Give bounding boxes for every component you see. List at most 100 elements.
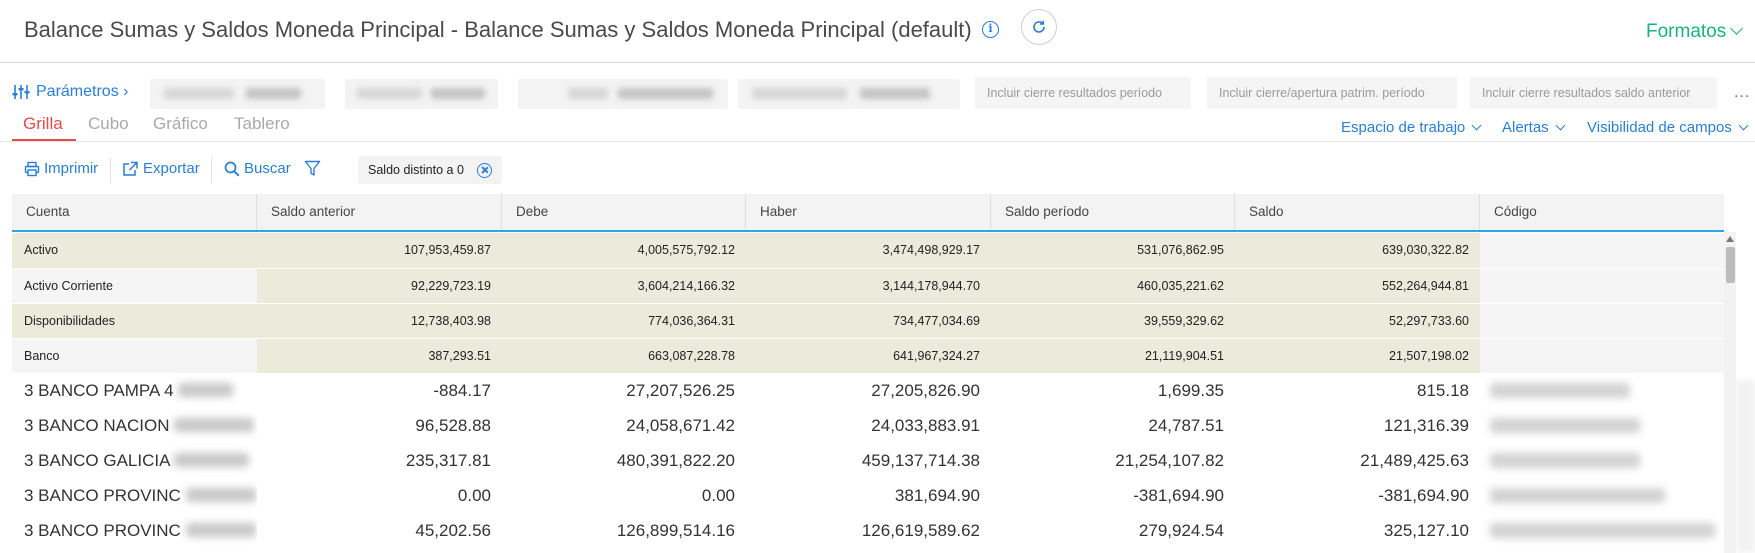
field-visibility-dropdown[interactable]: Visibilidad de campos <box>1587 119 1749 136</box>
column-header-codigo[interactable]: Código <box>1480 194 1724 230</box>
param-include-closing-results-prev[interactable]: Incluir cierre resultados saldo anterior <box>1470 77 1717 109</box>
filter-button[interactable] <box>304 160 325 177</box>
export-button[interactable]: Exportar <box>122 160 200 177</box>
chevron-down-icon <box>1730 22 1744 35</box>
column-header-saldo-periodo[interactable]: Saldo período <box>991 194 1235 230</box>
cell-debe: 126,899,514.16 <box>616 521 735 540</box>
cell-cuenta: Activo <box>12 233 257 268</box>
search-button[interactable]: Buscar <box>224 160 291 177</box>
cell-saldo-periodo: 1,699.35 <box>1157 381 1224 400</box>
param-include-closing-opening-patrim[interactable]: Incluir cierre/apertura patrim. período <box>1207 77 1457 109</box>
parameter-chip-redacted[interactable] <box>345 79 498 109</box>
formatos-label: Formatos <box>1646 21 1727 42</box>
cell-cuenta: 3 BANCO NACION <box>12 408 257 443</box>
cell-saldo-periodo: 24,787.51 <box>1148 416 1224 435</box>
cell-saldo: 325,127.10 <box>1383 521 1469 540</box>
column-header-haber[interactable]: Haber <box>746 194 991 230</box>
column-header-saldo-anterior[interactable]: Saldo anterior <box>257 194 502 230</box>
column-header-cuenta[interactable]: Cuenta <box>12 194 257 230</box>
cuenta-text: 3 BANCO PAMPA 4 <box>24 381 174 400</box>
cell-saldo-periodo: 39,559,329.62 <box>1144 314 1224 328</box>
cuenta-text: 3 BANCO PROVINC <box>24 486 181 505</box>
cell-saldo: 21,507,198.02 <box>1235 339 1480 374</box>
parameters-label: Parámetros › <box>36 83 129 100</box>
table-row-total[interactable]: Activo Corriente 92,229,723.19 3,604,214… <box>12 268 1724 304</box>
parameters-link[interactable]: Parámetros › <box>12 83 128 101</box>
redacted-text <box>178 382 234 397</box>
tab-grilla[interactable]: Grilla <box>23 114 63 134</box>
workspace-dropdown[interactable]: Espacio de trabajo <box>1341 119 1482 136</box>
cell-saldo-anterior: 45,202.56 <box>415 521 491 540</box>
cell-saldo-anterior: 92,229,723.19 <box>257 269 502 304</box>
table-row[interactable]: 3 BANCO NACION 96,528.88 24,058,671.42 2… <box>12 408 1724 443</box>
export-label: Exportar <box>143 160 200 177</box>
cell-cuenta: 3 BANCO PAMPA 4 <box>12 373 257 408</box>
tab-cubo[interactable]: Cubo <box>88 114 129 134</box>
cell-debe: 774,036,364.31 <box>648 314 735 328</box>
cell-codigo <box>1480 408 1724 443</box>
refresh-button[interactable] <box>1021 9 1057 45</box>
cell-debe: 663,087,228.78 <box>502 339 746 374</box>
alerts-dropdown[interactable]: Alertas <box>1502 119 1566 136</box>
table-row-total[interactable]: Banco 387,293.51 663,087,228.78 641,967,… <box>12 338 1724 374</box>
table-row[interactable]: 3 BANCO PROVINC 0.00 0.00 381,694.90 -38… <box>12 478 1724 513</box>
redacted-text <box>1490 418 1640 433</box>
cell-debe: 27,207,526.25 <box>626 381 735 400</box>
more-parameters-button[interactable]: ... <box>1734 84 1750 102</box>
tab-tablero[interactable]: Tablero <box>234 114 290 134</box>
table-row-total[interactable]: Disponibilidades 12,738,403.98 774,036,3… <box>12 303 1724 339</box>
table-row[interactable]: 3 BANCO PAMPA 4 -884.17 27,207,526.25 27… <box>12 373 1724 408</box>
cell-saldo-periodo: -381,694.90 <box>1133 486 1224 505</box>
cell-debe: 24,058,671.42 <box>626 416 735 435</box>
cell-debe: 4,005,575,792.12 <box>637 243 735 257</box>
info-icon[interactable]: i <box>982 21 999 38</box>
cell-haber: 24,033,883.91 <box>871 416 980 435</box>
table-row[interactable]: 3 BANCO PROVINC 45,202.56 126,899,514.16… <box>12 513 1724 548</box>
cell-haber: 641,967,324.27 <box>746 339 991 374</box>
grid-header: Cuenta Saldo anterior Debe Haber Saldo p… <box>12 194 1724 232</box>
search-label: Buscar <box>244 160 291 177</box>
filter-chip-label: Saldo distinto a 0 <box>368 163 464 177</box>
param-include-closing-results[interactable]: Incluir cierre resultados período <box>975 77 1191 109</box>
print-label: Imprimir <box>44 160 99 177</box>
column-header-debe[interactable]: Debe <box>502 194 746 230</box>
tab-grafico[interactable]: Gráfico <box>153 114 208 134</box>
cell-saldo-anterior: 235,317.81 <box>405 451 491 470</box>
cell-saldo-anterior: -884.17 <box>433 381 491 400</box>
scroll-up-arrow-icon[interactable] <box>1726 236 1734 242</box>
active-filter-chip[interactable]: Saldo distinto a 0 <box>358 156 502 184</box>
cell-saldo-anterior: 12,738,403.98 <box>411 314 491 328</box>
cell-haber: 3,474,498,929.17 <box>882 243 980 257</box>
cell-saldo: 21,489,425.63 <box>1360 451 1469 470</box>
cell-saldo-anterior: 107,953,459.87 <box>404 243 491 257</box>
redacted-text <box>174 417 255 432</box>
tabs-divider <box>0 141 1755 142</box>
parameter-chip-redacted[interactable] <box>738 79 960 109</box>
cell-saldo: 639,030,322.82 <box>1382 243 1469 257</box>
cell-saldo-anterior: 96,528.88 <box>415 416 491 435</box>
parameter-chip-redacted[interactable] <box>518 79 728 109</box>
alerts-label: Alertas <box>1502 119 1549 136</box>
close-icon[interactable] <box>477 163 492 178</box>
cell-codigo <box>1480 339 1724 374</box>
print-button[interactable]: Imprimir <box>24 160 98 177</box>
cell-debe: 480,391,822.20 <box>616 451 735 470</box>
cell-haber: 3,144,178,944.70 <box>746 269 991 304</box>
table-row[interactable]: 3 BANCO GALICIA 235,317.81 480,391,822.2… <box>12 443 1724 478</box>
parameter-chip-redacted[interactable] <box>150 79 325 109</box>
cell-saldo-periodo: 21,254,107.82 <box>1115 451 1224 470</box>
redacted-text <box>174 452 250 467</box>
search-icon <box>224 161 240 176</box>
toolbar-divider <box>110 157 111 183</box>
table-row-total[interactable]: Activo 107,953,459.87 4,005,575,792.12 3… <box>12 233 1724 268</box>
cell-saldo: -381,694.90 <box>1378 486 1469 505</box>
cell-cuenta: Activo Corriente <box>12 269 257 304</box>
cell-codigo <box>1480 304 1724 339</box>
cell-saldo-periodo: 21,119,904.51 <box>991 339 1235 374</box>
external-link-icon <box>123 161 138 176</box>
cell-cuenta: 3 BANCO GALICIA <box>12 443 257 478</box>
scrollbar-thumb[interactable] <box>1726 247 1735 283</box>
sliders-icon <box>12 85 30 99</box>
formatos-dropdown[interactable]: Formatos <box>1646 21 1744 43</box>
column-header-saldo[interactable]: Saldo <box>1235 194 1480 230</box>
